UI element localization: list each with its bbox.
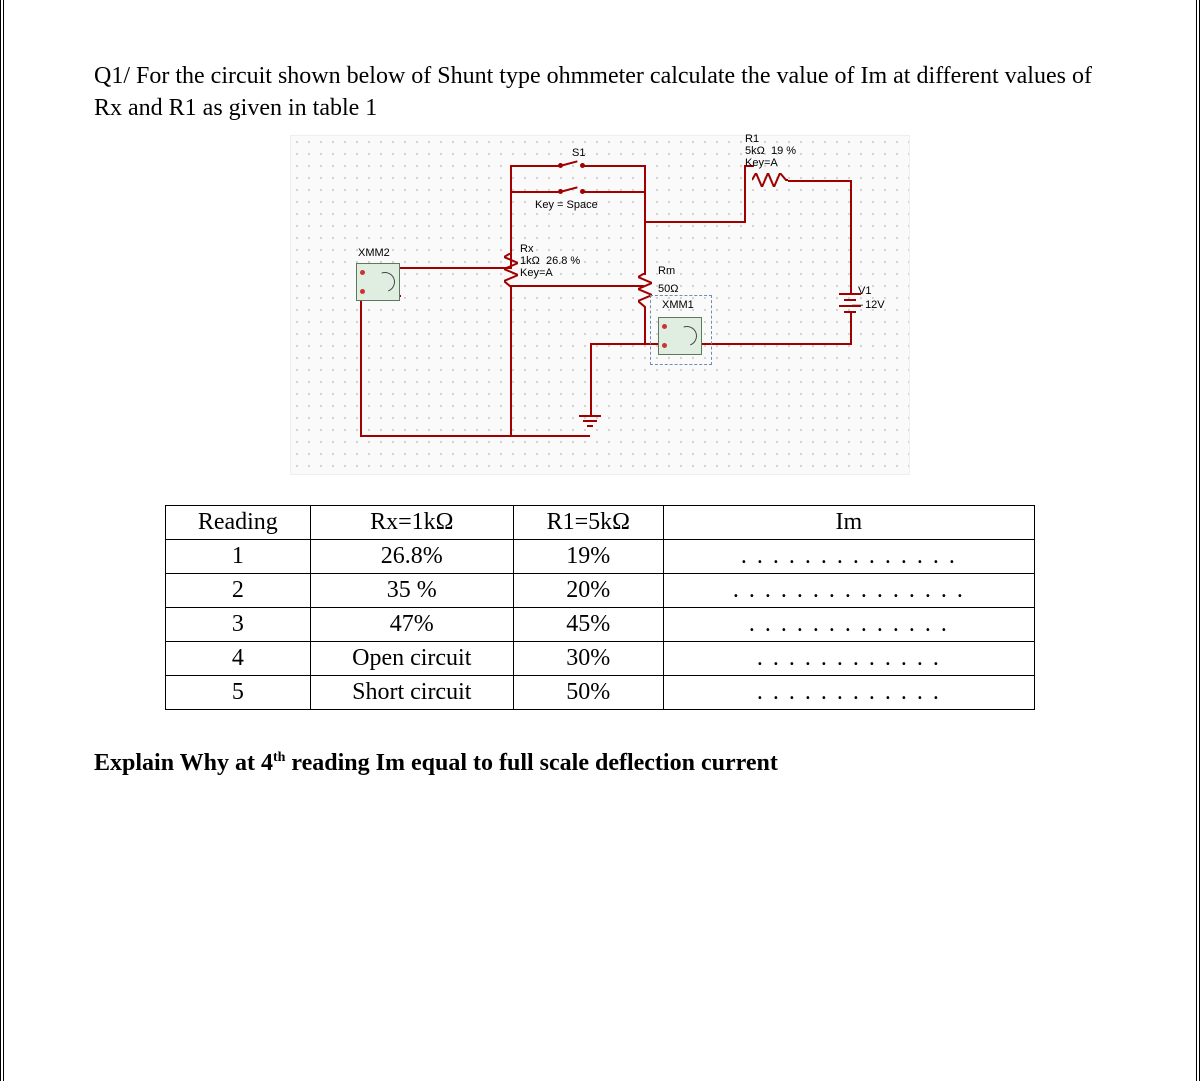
meter-xmm2 [356,263,400,301]
wire [590,343,592,415]
s1-label: S1 [572,147,585,159]
cell: Open circuit [310,641,513,675]
wire [644,165,646,193]
rx-key: Key=A [520,267,553,279]
cell: 20% [513,573,663,607]
cell-blank: . . . . . . . . . . . . . [663,607,1034,641]
th-reading: Reading [166,505,311,539]
ground-icon [579,415,601,427]
th-r1: R1=5kΩ [513,505,663,539]
rm-value: 50Ω [658,283,678,295]
cell: 4 [166,641,311,675]
wire [584,165,644,167]
wire [850,313,852,343]
wire [590,343,646,345]
wire [360,435,590,437]
battery-icon [839,293,861,313]
th-rx: Rx=1kΩ [310,505,513,539]
wire [584,191,644,193]
wire [744,165,746,223]
cell: 19% [513,539,663,573]
cell: 30% [513,641,663,675]
wire [510,191,560,193]
table-header-row: Reading Rx=1kΩ R1=5kΩ Im [166,505,1035,539]
wire [510,165,560,167]
cell: 45% [513,607,663,641]
explain-pre: Explain Why at 4 [94,750,273,776]
cell: 26.8% [310,539,513,573]
resistor-icon [752,173,788,187]
cell: Short circuit [310,675,513,709]
th-im: Im [663,505,1034,539]
table-row: 4 Open circuit 30% . . . . . . . . . . .… [166,641,1035,675]
cell-blank: . . . . . . . . . . . . [663,675,1034,709]
question-body: For the circuit shown below of Shunt typ… [94,63,1092,121]
wire [400,295,401,297]
readings-table: Reading Rx=1kΩ R1=5kΩ Im 1 26.8% 19% . .… [165,505,1035,710]
cell: 47% [310,607,513,641]
rm-label: Rm [658,265,675,277]
cell: 2 [166,573,311,607]
explain-sup: th [273,750,285,765]
wire [644,221,646,275]
wire [400,267,510,269]
cell: 3 [166,607,311,641]
wire [510,165,512,207]
circuit-diagram: XMM2 S1 Key = Space R1 5kΩ 19 % K [290,135,910,475]
xmm2-label: XMM2 [358,247,390,259]
meter-xmm1 [658,317,702,355]
cell-blank: . . . . . . . . . . . . [663,641,1034,675]
question-block: Q1/ For the circuit shown below of Shunt… [94,60,1106,125]
r1-label: R1 [745,133,759,145]
wire [788,180,850,182]
cell-blank: . . . . . . . . . . . . . . [663,539,1034,573]
xmm1-label: XMM1 [662,299,694,311]
s1-key-label: Key = Space [535,199,598,211]
wire [510,285,644,287]
question-text: Q1/ For the circuit shown below of Shunt… [94,63,1092,121]
explain-text: Explain Why at 4th reading Im equal to f… [94,750,1106,777]
wire [644,307,646,345]
cell: 1 [166,539,311,573]
cell-blank: . . . . . . . . . . . . . . . [663,573,1034,607]
table-row: 1 26.8% 19% . . . . . . . . . . . . . . [166,539,1035,573]
table-row: 2 35 % 20% . . . . . . . . . . . . . . . [166,573,1035,607]
cell: 35 % [310,573,513,607]
resistor-icon [504,253,518,289]
wire [644,191,646,221]
r1-value: 5kΩ 19 % [745,145,796,157]
question-prefix: Q1/ [94,63,136,89]
rx-value: 1kΩ 26.8 % [520,255,580,267]
explain-post: reading Im equal to full scale deflectio… [285,750,777,776]
rx-label: Rx [520,243,533,255]
wire [644,221,744,223]
r1-key: Key=A [745,157,778,169]
cell: 5 [166,675,311,709]
page: Q1/ For the circuit shown below of Shunt… [0,0,1200,1081]
wire [510,287,512,437]
table-row: 3 47% 45% . . . . . . . . . . . . . [166,607,1035,641]
table-row: 5 Short circuit 50% . . . . . . . . . . … [166,675,1035,709]
cell: 50% [513,675,663,709]
wire [850,180,852,295]
